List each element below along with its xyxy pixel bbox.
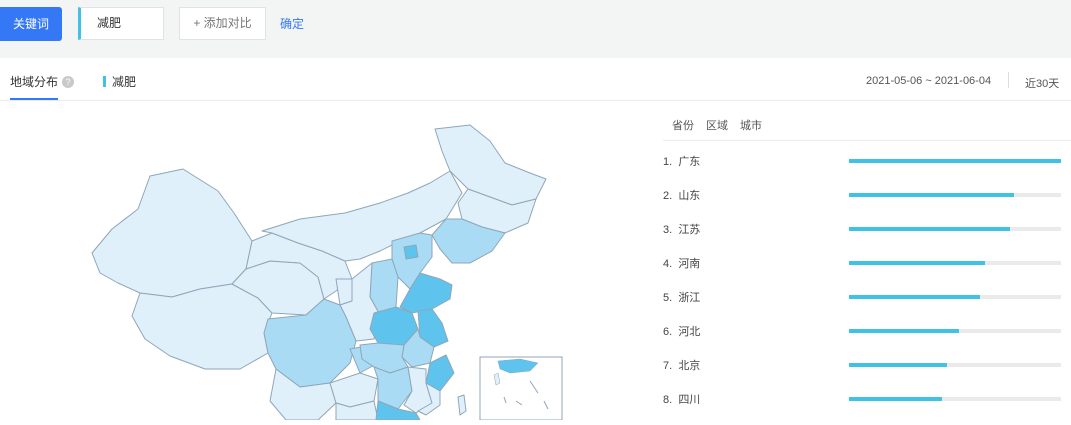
ranking-bar	[849, 193, 1015, 197]
ranking-bar	[849, 227, 1011, 231]
ranking-bar-track	[849, 295, 1061, 299]
ranking-bar	[849, 397, 943, 401]
confirm-link[interactable]: 确定	[280, 15, 304, 32]
ranking-row: 2. 山东	[663, 184, 1071, 206]
ranking-label: 5. 浙江	[663, 292, 701, 304]
region-tab-row: 地域分布? 减肥 2021-05-06 ~ 2021-06-04 近30天	[0, 58, 1071, 101]
ranking-label: 2. 山东	[663, 190, 701, 202]
ranking-label: 3. 江苏	[663, 224, 701, 236]
legend-swatch	[103, 76, 106, 87]
province-name: 山东	[678, 190, 701, 202]
ranking-row: 4. 河南	[663, 252, 1071, 274]
ranking-bar-track	[849, 193, 1061, 197]
ranking-bar	[849, 295, 981, 299]
legend-label: 减肥	[112, 75, 137, 89]
ranking-bar	[849, 363, 947, 367]
ranking-label: 1. 广东	[663, 156, 701, 168]
south-china-sea-inset	[479, 356, 563, 421]
ranking-label: 4. 河南	[663, 258, 701, 270]
ranking-row: 7. 北京	[663, 354, 1071, 376]
map-region	[457, 394, 467, 416]
ranking-bar	[849, 159, 1061, 163]
map-region	[131, 283, 273, 370]
keyword-input[interactable]: 减肥	[78, 7, 164, 40]
china-map	[0, 101, 640, 421]
province-name: 河南	[678, 258, 701, 270]
tab-region-label: 地域分布	[10, 75, 59, 89]
panel-divider	[663, 140, 1071, 141]
active-tab-indicator	[10, 98, 58, 100]
keyword-button[interactable]: 关键词	[0, 7, 62, 41]
ranking-bar	[849, 329, 960, 333]
tab-province[interactable]: 省份	[672, 120, 694, 132]
ranking-bar-track	[849, 159, 1061, 163]
ranking-row: 8. 四川	[663, 388, 1071, 410]
period-selector[interactable]: 近30天	[1025, 75, 1059, 91]
ranking-bar-track	[849, 261, 1061, 265]
ranking-label: 7. 北京	[663, 360, 701, 372]
ranking-bar	[849, 261, 985, 265]
ranking-label: 8. 四川	[663, 394, 701, 406]
search-toolbar: 关键词 减肥 + 添加对比 确定	[0, 0, 1071, 58]
help-icon[interactable]: ?	[62, 76, 75, 88]
date-range[interactable]: 2021-05-06 ~ 2021-06-04	[866, 75, 991, 87]
divider	[1008, 72, 1009, 88]
map-region	[91, 168, 253, 298]
province-name: 四川	[678, 394, 701, 406]
ranking-bar-track	[849, 227, 1061, 231]
ranking-row: 5. 浙江	[663, 286, 1071, 308]
province-name: 江苏	[678, 224, 701, 236]
ranking-label: 6. 河北	[663, 326, 701, 338]
tab-region-distribution[interactable]: 地域分布?	[10, 73, 75, 90]
map-region	[403, 244, 419, 260]
province-name: 河北	[678, 326, 701, 338]
ranking-row: 1. 广东	[663, 150, 1071, 172]
series-legend: 减肥	[103, 73, 136, 90]
ranking-bar-track	[849, 329, 1061, 333]
china-map-svg	[91, 124, 563, 421]
map-region	[335, 278, 353, 306]
tab-region[interactable]: 区域	[706, 120, 728, 132]
ranking-row: 3. 江苏	[663, 218, 1071, 240]
ranking-row: 6. 河北	[663, 320, 1071, 342]
add-compare-button[interactable]: + 添加对比	[179, 7, 266, 40]
province-name: 北京	[678, 360, 701, 372]
ranking-bar-track	[849, 363, 1061, 367]
province-name: 浙江	[678, 292, 701, 304]
ranking-view-tabs: 省份 区域 城市	[672, 117, 774, 133]
province-name: 广东	[678, 156, 701, 168]
ranking-bar-track	[849, 397, 1061, 401]
tab-city[interactable]: 城市	[740, 120, 762, 132]
